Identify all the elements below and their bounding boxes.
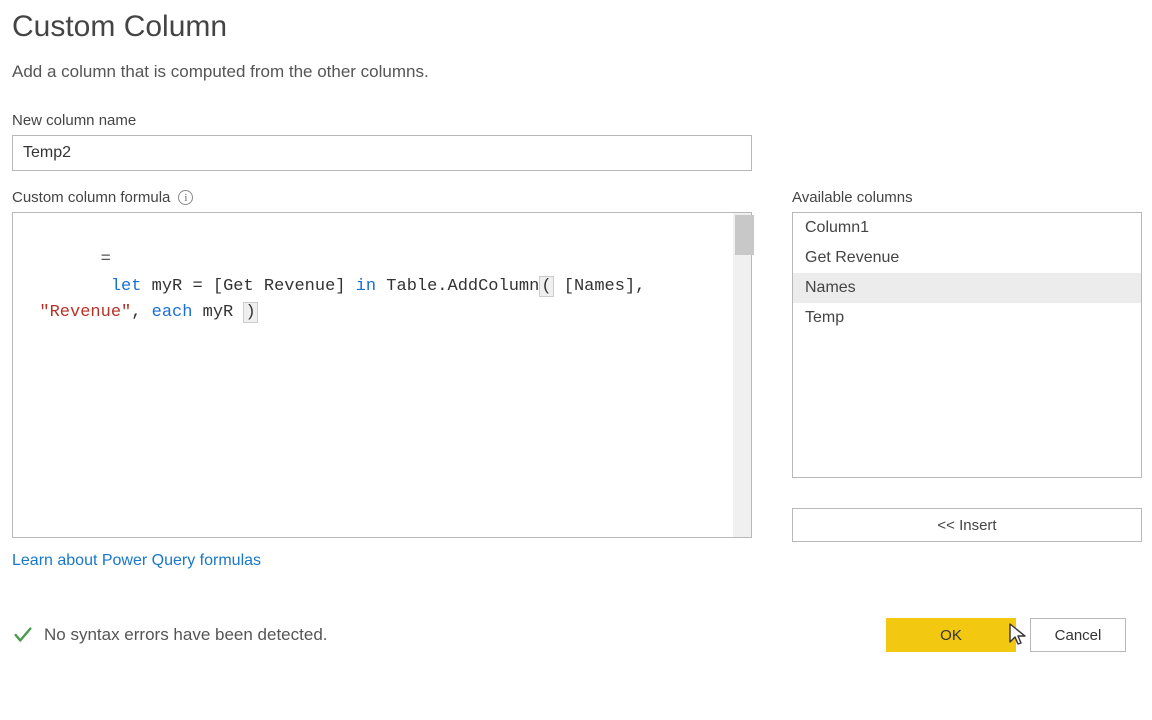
tok-indent <box>19 303 39 322</box>
tok-var: myR <box>141 277 192 296</box>
available-columns-label: Available columns <box>792 189 1142 206</box>
check-icon <box>12 624 34 646</box>
available-column-item[interactable]: Get Revenue <box>793 243 1141 273</box>
tok-comma: , <box>131 303 151 322</box>
new-column-name-label: New column name <box>12 112 1140 129</box>
tok-rparen: ) <box>243 302 257 323</box>
dialog-subtitle: Add a column that is computed from the o… <box>12 62 1140 82</box>
dialog-title: Custom Column <box>12 10 1140 44</box>
formula-label: Custom column formula <box>12 189 170 206</box>
tok-close2: ], <box>625 277 645 296</box>
tok-fn: Table.AddColumn <box>376 277 539 296</box>
available-column-item[interactable]: Names <box>793 273 1141 303</box>
available-column-item[interactable]: Column1 <box>793 213 1141 243</box>
formula-scrollbar-thumb[interactable] <box>735 215 754 255</box>
tok-str: "Revenue" <box>39 303 131 322</box>
tok-ref2: Names <box>574 277 625 296</box>
kw-in: in <box>356 277 376 296</box>
tok-assign: = <box>192 277 202 296</box>
status-text: No syntax errors have been detected. <box>44 625 328 645</box>
formula-eq: = <box>101 250 111 269</box>
tok-close1: ] <box>335 277 355 296</box>
tok-open2: [ <box>554 277 574 296</box>
formula-help-link[interactable]: Learn about Power Query formulas <box>12 552 261 570</box>
formula-editor[interactable]: = let myR = [Get Revenue] in Table.AddCo… <box>12 212 752 538</box>
tok-lparen: ( <box>539 276 553 297</box>
new-column-name-input[interactable] <box>12 135 752 171</box>
kw-each: each <box>152 303 193 322</box>
available-column-item[interactable]: Temp <box>793 303 1141 333</box>
formula-scrollbar[interactable] <box>733 213 751 537</box>
kw-let: let <box>111 277 142 296</box>
info-icon[interactable]: i <box>178 190 193 205</box>
tok-open1: [ <box>203 277 223 296</box>
insert-button[interactable]: << Insert <box>792 508 1142 542</box>
cancel-button[interactable]: Cancel <box>1030 618 1126 652</box>
available-columns-list[interactable]: Column1Get RevenueNamesTemp <box>792 212 1142 478</box>
tok-ref1: Get Revenue <box>223 277 335 296</box>
ok-button[interactable]: OK <box>886 618 1016 652</box>
tok-tail: myR <box>192 303 243 322</box>
